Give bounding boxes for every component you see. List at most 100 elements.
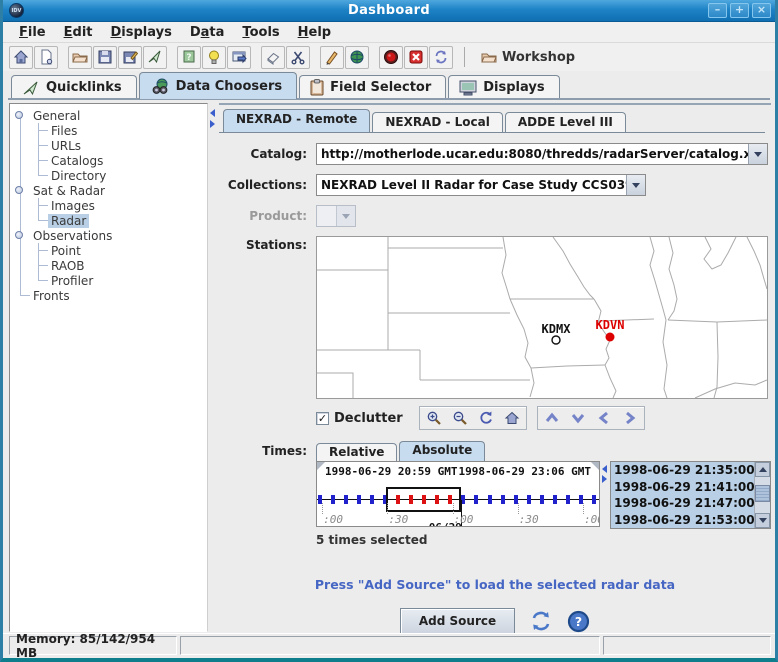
draw-button[interactable] [320, 46, 344, 69]
tree-item-label[interactable]: Radar [48, 214, 89, 228]
pan-left-button[interactable] [591, 408, 617, 428]
menu-help[interactable]: Help [290, 24, 339, 41]
tree-item-label[interactable]: RAOB [48, 259, 88, 273]
timeline-tick[interactable] [344, 495, 348, 504]
tree-item-files[interactable]: Files [12, 123, 205, 138]
scroll-up-icon[interactable] [755, 462, 770, 477]
tab-absolute[interactable]: Absolute [399, 441, 485, 461]
station-kdvn-label[interactable]: KDVN [596, 318, 625, 332]
scroll-right-fold-icon[interactable] [591, 462, 599, 470]
tab-nexrad-remote[interactable]: NEXRAD - Remote [223, 109, 370, 132]
tree-item-raob[interactable]: RAOB [12, 258, 205, 273]
tab-quicklinks[interactable]: Quicklinks [11, 75, 137, 99]
timeline-tick[interactable] [488, 495, 492, 504]
workshop-button[interactable]: Workshop [475, 48, 581, 67]
tab-adde-level-iii[interactable]: ADDE Level III [505, 112, 626, 132]
minimize-button[interactable]: – [708, 3, 727, 18]
timeline-tick[interactable] [540, 495, 544, 504]
tree-item-general[interactable]: General [12, 108, 205, 123]
display-window-button[interactable] [227, 46, 251, 69]
collections-value[interactable]: NEXRAD Level II Radar for Case Study CCS… [317, 175, 626, 195]
tree-expand-handle[interactable] [15, 186, 23, 194]
cut-button[interactable] [286, 46, 310, 69]
expand-right-icon[interactable] [602, 475, 607, 483]
menu-tools[interactable]: Tools [234, 24, 287, 41]
station-kdvn-marker[interactable] [606, 333, 615, 342]
dashboard-button[interactable]: ? [177, 46, 201, 69]
tree-item-label[interactable]: General [30, 109, 83, 123]
scroll-left-fold-icon[interactable] [317, 462, 325, 470]
tree-expand-handle[interactable] [15, 231, 23, 239]
times-splitter[interactable] [600, 461, 610, 529]
timeline-tick[interactable] [501, 495, 505, 504]
tree-item-label[interactable]: Images [48, 199, 98, 213]
collections-combobox[interactable]: NEXRAD Level II Radar for Case Study CCS… [316, 174, 646, 196]
expand-right-icon[interactable] [210, 120, 215, 128]
timeline-tick[interactable] [357, 495, 361, 504]
maximize-button[interactable]: + [730, 3, 749, 18]
eraser-button[interactable] [261, 46, 285, 69]
help-button[interactable]: ? [567, 610, 590, 633]
tree-item-profiler[interactable]: Profiler [12, 273, 205, 288]
time-list-item[interactable]: 1998-06-29 21:35:00Z [611, 462, 754, 479]
time-list-item[interactable]: 1998-06-29 21:41:00Z [611, 479, 754, 496]
pan-up-button[interactable] [539, 408, 565, 428]
reload-button[interactable] [429, 46, 453, 69]
record-button[interactable] [379, 46, 403, 69]
tree-item-observations[interactable]: Observations [12, 228, 205, 243]
scroll-down-icon[interactable] [755, 513, 770, 528]
tab-displays[interactable]: Displays [448, 75, 559, 99]
collapse-left-icon[interactable] [602, 465, 607, 473]
add-source-button[interactable]: Add Source [400, 608, 515, 634]
tab-field-selector[interactable]: Field Selector [299, 75, 446, 99]
title-bar[interactable]: Dashboard IDV – + × [3, 0, 775, 22]
tree-item-label[interactable]: Directory [48, 169, 109, 183]
save-bundle-button[interactable] [93, 46, 117, 69]
menu-data[interactable]: Data [182, 24, 233, 41]
catalog-combobox[interactable]: http://motherlode.ucar.edu:8080/thredds/… [316, 143, 768, 165]
chevron-down-icon[interactable] [626, 175, 645, 195]
tree-item-label[interactable]: Observations [30, 229, 115, 243]
home-view-button[interactable] [499, 408, 525, 428]
declutter-checkbox[interactable]: ✓ [316, 412, 329, 425]
tab-relative[interactable]: Relative [316, 443, 397, 461]
time-list-item[interactable]: 1998-06-29 21:53:00Z [611, 512, 754, 529]
tree-item-images[interactable]: Images [12, 198, 205, 213]
pan-down-button[interactable] [565, 408, 591, 428]
tips-button[interactable] [202, 46, 226, 69]
tree-item-radar[interactable]: Radar [12, 213, 205, 228]
tree-item-label[interactable]: Files [48, 124, 80, 138]
tree-item-label[interactable]: Sat & Radar [30, 184, 108, 198]
globe-button[interactable] [345, 46, 369, 69]
timeline-tick[interactable] [331, 495, 335, 504]
tree-item-urls[interactable]: URLs [12, 138, 205, 153]
tab-data-choosers[interactable]: Data Choosers [139, 72, 297, 99]
menu-file[interactable]: File [11, 24, 54, 41]
timeline-tick[interactable] [592, 495, 596, 504]
tab-nexrad-local[interactable]: NEXRAD - Local [372, 112, 503, 132]
timeline-selection-box[interactable] [386, 487, 461, 512]
timeline-tick[interactable] [461, 495, 465, 504]
open-bundle-button[interactable] [68, 46, 92, 69]
tree-splitter[interactable] [208, 103, 219, 632]
tree-item-label[interactable]: Fronts [30, 289, 73, 303]
new-bundle-button[interactable] [34, 46, 58, 69]
save-as-button[interactable] [118, 46, 142, 69]
tree-item-catalogs[interactable]: Catalogs [12, 153, 205, 168]
tree-item-label[interactable]: Point [48, 244, 84, 258]
zoom-in-button[interactable] [421, 408, 447, 428]
reset-view-button[interactable] [473, 408, 499, 428]
timeline-tick[interactable] [370, 495, 374, 504]
menu-edit[interactable]: Edit [56, 24, 101, 41]
collapse-left-icon[interactable] [210, 109, 215, 117]
tree-item-label[interactable]: Catalogs [48, 154, 106, 168]
tree-item-point[interactable]: Point [12, 243, 205, 258]
remove-button[interactable] [404, 46, 428, 69]
station-map[interactable]: KDMX KDVN [316, 236, 768, 399]
station-kdmx-marker[interactable] [552, 336, 560, 344]
menu-displays[interactable]: Displays [103, 24, 180, 41]
station-kdmx-label[interactable]: KDMX [542, 322, 572, 336]
timeline-tick[interactable] [527, 495, 531, 504]
export-button[interactable] [143, 46, 167, 69]
timeline[interactable]: 1998-06-29 20:59 GMT 1998-06-29 23:06 GM… [316, 461, 600, 527]
